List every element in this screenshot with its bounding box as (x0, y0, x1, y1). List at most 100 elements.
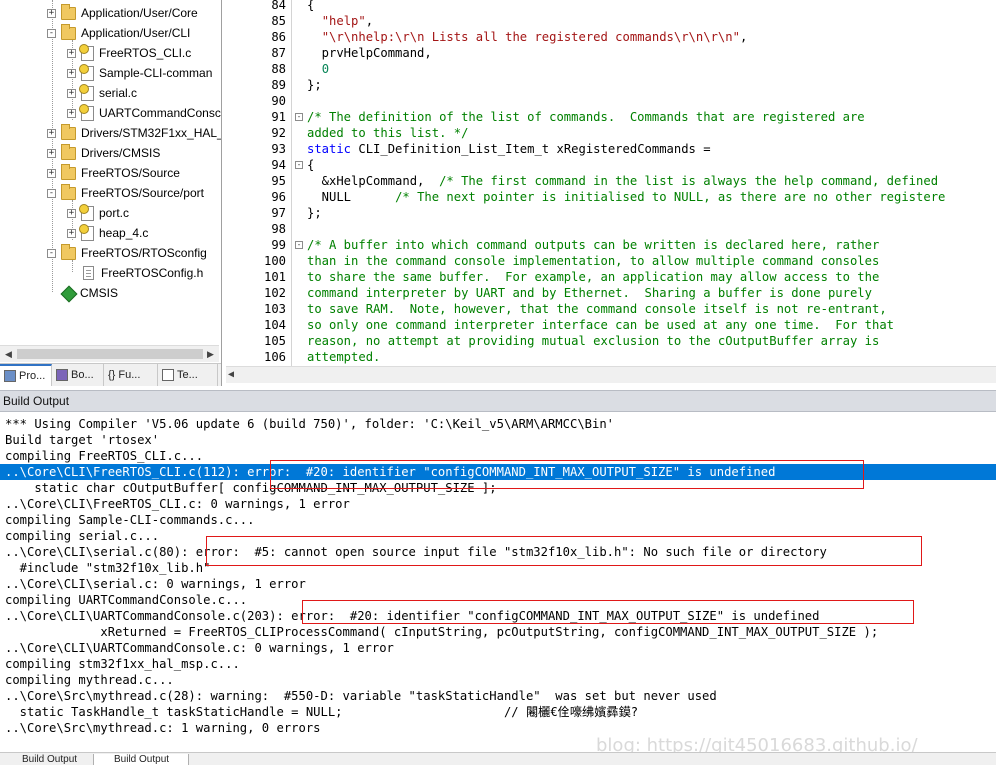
build-output-line[interactable]: compiling Sample-CLI-commands.c... (0, 512, 996, 528)
expand-icon[interactable]: + (47, 148, 56, 158)
tree-item[interactable]: + Application/User/Core (47, 3, 198, 23)
fold-icon[interactable]: - (295, 113, 303, 121)
fold-icon[interactable]: - (295, 241, 303, 249)
collapse-icon[interactable]: - (47, 28, 56, 38)
tree-item[interactable]: CMSIS (47, 283, 118, 303)
tree-item[interactable]: + Drivers/CMSIS (47, 143, 160, 163)
build-output-line[interactable]: ..\Core\CLI\serial.c(80): error: #5: can… (0, 544, 996, 560)
build-output-line[interactable]: compiling FreeRTOS_CLI.c... (0, 448, 996, 464)
line-number: 102 (263, 286, 286, 300)
build-output-line[interactable]: compiling UARTCommandConsole.c... (0, 592, 996, 608)
c-file-icon (79, 223, 94, 241)
collapse-icon[interactable]: - (47, 248, 56, 258)
code-line: 90 (226, 93, 996, 109)
line-number: 96 (271, 190, 286, 204)
build-output-line[interactable]: ..\Core\Src\mythread.c(28): warning: #55… (0, 688, 996, 704)
scroll-right-icon[interactable]: ▶ (202, 346, 219, 362)
collapse-icon[interactable]: - (47, 188, 56, 198)
tree-item[interactable]: + Sample-CLI-comman (67, 63, 212, 83)
code-line: 91 -/* The definition of the list of comm… (226, 109, 996, 125)
header-file-icon (83, 266, 94, 280)
tab-functions[interactable]: {} Fu... (104, 364, 158, 386)
code-editor[interactable]: 84{85 "help", 86 "\r\nhelp:\r\n Lists all… (226, 0, 996, 386)
code-token: { (307, 0, 315, 12)
tab-project[interactable]: Pro... (0, 364, 52, 386)
build-output-line[interactable]: Build target 'rtosex' (0, 432, 996, 448)
code-line: 97}; (226, 205, 996, 221)
scroll-thumb[interactable] (17, 349, 203, 359)
tree-item[interactable]: + serial.c (67, 83, 137, 103)
expand-icon[interactable]: + (47, 8, 56, 18)
code-token: attempted. (307, 350, 381, 364)
expand-icon[interactable]: + (47, 128, 56, 138)
build-output-line[interactable]: static TaskHandle_t taskStaticHandle = N… (0, 704, 996, 720)
code-text: { (307, 0, 314, 13)
folder-icon (61, 143, 76, 160)
code-line: 101 to share the same buffer. For example… (226, 269, 996, 285)
code-token: so only one command interpreter interfac… (307, 318, 894, 332)
expand-icon[interactable]: + (67, 208, 76, 218)
tree-horizontal-scrollbar[interactable]: ◀ ▶ (0, 345, 219, 362)
scroll-left-icon[interactable]: ◀ (228, 367, 234, 383)
build-output-line[interactable]: static char cOutputBuffer[ configCOMMAND… (0, 480, 996, 496)
build-output-line[interactable]: ..\Core\Src\mythread.c: 1 warning, 0 err… (0, 720, 996, 736)
build-output-line[interactable]: compiling stm32f1xx_hal_msp.c... (0, 656, 996, 672)
expand-icon[interactable]: + (47, 168, 56, 178)
expand-icon[interactable]: + (67, 68, 76, 78)
build-output-line[interactable]: #include "stm32f10x_lib.h" (0, 560, 996, 576)
tree-item[interactable]: + heap_4.c (67, 223, 148, 243)
build-output-line[interactable]: xReturned = FreeRTOS_CLIProcessCommand( … (0, 624, 996, 640)
tree-item-label: port.c (99, 206, 130, 220)
tab-books[interactable]: Bo... (52, 364, 104, 386)
c-file-icon (79, 83, 94, 101)
project-panel-tabs: Pro... Bo... {} Fu... Te... (0, 363, 221, 386)
folder-icon (61, 3, 76, 20)
tree-item[interactable]: + FreeRTOS/Source (47, 163, 180, 183)
code-text: &xHelpCommand, /* The first command in t… (307, 173, 938, 189)
tab-templates[interactable]: Te... (158, 364, 218, 386)
editor-horizontal-scrollbar[interactable]: ◀ (226, 366, 996, 383)
build-output-line[interactable]: compiling serial.c... (0, 528, 996, 544)
build-output-line[interactable]: compiling mythread.c... (0, 672, 996, 688)
tree-item[interactable]: + Drivers/STM32F1xx_HAL_ (47, 123, 221, 143)
code-token: &xHelpCommand, (307, 174, 440, 188)
build-output-log[interactable]: *** Using Compiler 'V5.06 update 6 (buil… (0, 412, 996, 752)
tree-item[interactable]: + UARTCommandConsc (67, 103, 221, 123)
fold-icon[interactable]: - (295, 161, 303, 169)
build-output-line[interactable]: ..\Core\CLI\UARTCommandConsole.c: 0 warn… (0, 640, 996, 656)
expand-icon[interactable]: + (67, 108, 76, 118)
code-token: to save RAM. Note, however, that the com… (307, 302, 887, 316)
tree-item[interactable]: - Application/User/CLI (47, 23, 190, 43)
expand-icon[interactable]: + (67, 48, 76, 58)
code-text: to share the same buffer. For example, a… (307, 269, 879, 285)
tree-item[interactable]: FreeRTOSConfig.h (67, 263, 203, 283)
tree-item[interactable]: + FreeRTOS_CLI.c (67, 43, 191, 63)
build-output-line[interactable]: ..\Core\CLI\UARTCommandConsole.c(203): e… (0, 608, 996, 624)
tree-item-label: heap_4.c (99, 226, 149, 240)
tab-build-output-left[interactable]: Build Output (2, 754, 90, 765)
output-window-tabs: Build Output Build Output (0, 752, 996, 765)
code-line: 89}; (226, 77, 996, 93)
tree-item[interactable]: - FreeRTOS/RTOSconfig (47, 243, 207, 263)
c-file-icon (79, 63, 94, 81)
tree-item[interactable]: + port.c (67, 203, 129, 223)
scroll-left-icon[interactable]: ◀ (0, 346, 17, 362)
code-text: 0 (307, 61, 329, 77)
line-number: 92 (271, 126, 286, 140)
build-output-line[interactable]: ..\Core\CLI\serial.c: 0 warnings, 1 erro… (0, 576, 996, 592)
code-token: reason, no attempt at providing mutual e… (307, 334, 880, 348)
line-number: 98 (271, 222, 286, 236)
build-output-line[interactable]: ..\Core\CLI\FreeRTOS_CLI.c(112): error: … (0, 464, 996, 480)
build-output-line[interactable]: *** Using Compiler 'V5.06 update 6 (buil… (0, 416, 996, 432)
tree-item[interactable]: - FreeRTOS/Source/port (47, 183, 204, 203)
tab-build-output[interactable]: Build Output (93, 754, 189, 765)
expand-icon[interactable]: + (67, 228, 76, 238)
code-text: reason, no attempt at providing mutual e… (307, 333, 879, 349)
line-number: 89 (271, 78, 286, 92)
code-text: "help", (307, 13, 373, 29)
tree-item-label: FreeRTOS_CLI.c (99, 46, 192, 60)
expand-icon[interactable]: + (67, 88, 76, 98)
build-output-line[interactable]: ..\Core\CLI\FreeRTOS_CLI.c: 0 warnings, … (0, 496, 996, 512)
